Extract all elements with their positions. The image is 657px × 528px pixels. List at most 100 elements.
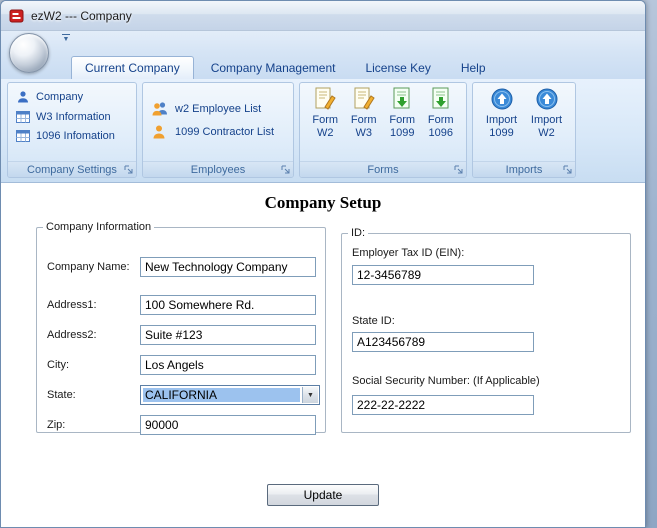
form-1099-button[interactable]: Form 1099 (383, 86, 422, 140)
groupbox-caption: Company Information (46, 221, 152, 233)
ribbon-item-company[interactable]: Company (14, 89, 130, 105)
combo-dropdown-button[interactable]: ▼ (302, 387, 318, 403)
form-arrow-icon (429, 86, 453, 114)
city-label: City: (47, 359, 69, 371)
update-button[interactable]: Update (267, 484, 379, 506)
ein-label: Employer Tax ID (EIN): (352, 247, 465, 259)
ssn-label: Social Security Number: (If Applicable) (352, 375, 540, 387)
employees-icon (151, 101, 169, 117)
form-pencil-icon (313, 86, 337, 114)
qat-customize-button[interactable]: ▼ (59, 34, 73, 43)
groupbox-caption: ID: (351, 227, 366, 239)
address1-input[interactable] (140, 295, 316, 315)
id-groupbox: ID: Employer Tax ID (EIN): State ID: Soc… (341, 227, 631, 433)
state-id-input[interactable] (352, 332, 534, 352)
group-caption-employees: Employees (143, 161, 293, 177)
zip-input[interactable] (140, 415, 316, 435)
button-label-bottom: 1099 (489, 127, 514, 139)
button-label-top: Form (427, 114, 454, 126)
button-label-top: Import (530, 114, 563, 126)
dialog-launcher-icon[interactable] (563, 165, 572, 174)
w3-table-icon (16, 111, 30, 123)
button-label-bottom: 1096 (428, 127, 453, 139)
import-1099-button[interactable]: Import 1099 (482, 86, 522, 140)
chevron-down-icon: ▼ (62, 36, 70, 43)
ribbon-item-label: W3 Information (36, 111, 111, 123)
dialog-launcher-icon[interactable] (124, 165, 133, 174)
address2-row: Address2: (37, 325, 325, 347)
ribbon-item-label: Company (36, 91, 84, 103)
application-menu-button[interactable] (9, 33, 49, 73)
ribbon-item-label: 1099 Contractor List (175, 125, 275, 138)
app-logo-icon (9, 8, 25, 24)
group-caption-company-settings: Company Settings (8, 161, 136, 177)
title-bar[interactable]: ezW2 --- Company (1, 1, 645, 31)
qat-bar (62, 34, 70, 35)
company-icon (16, 90, 30, 104)
address1-label: Address1: (47, 299, 97, 311)
button-label-bottom: W2 (538, 127, 555, 139)
ein-input[interactable] (352, 265, 534, 285)
group-caption-imports: Imports (473, 161, 575, 177)
tab-company-management[interactable]: Company Management (198, 57, 349, 79)
city-input[interactable] (140, 355, 316, 375)
state-selected-value: CALIFORNIA (143, 388, 300, 402)
address1-row: Address1: (37, 295, 325, 317)
company-name-row: Company Name: (37, 257, 325, 279)
dialog-launcher-icon[interactable] (454, 165, 463, 174)
ribbon-item-label: 1096 Infomation (36, 130, 115, 142)
button-label-top: Import (485, 114, 518, 126)
contractor-icon (151, 124, 169, 140)
caption-text: Company Settings (27, 163, 117, 176)
group-imports: Import 1099 Import W2 Imports (472, 82, 576, 178)
state-id-label: State ID: (352, 315, 395, 327)
state-label: State: (47, 389, 76, 401)
import-icon (535, 86, 559, 114)
form-1096-button[interactable]: Form 1096 (422, 86, 461, 140)
tab-help[interactable]: Help (448, 57, 499, 79)
button-label-top: Form (312, 114, 339, 126)
form-pencil-icon (352, 86, 376, 114)
state-row: State: CALIFORNIA ▼ (37, 385, 325, 407)
dialog-launcher-icon[interactable] (281, 165, 290, 174)
ssn-input[interactable] (352, 395, 534, 415)
ribbon-body: Company W3 Information 1096 Infomation C… (1, 79, 645, 183)
city-row: City: (37, 355, 325, 377)
tab-current-company[interactable]: Current Company (71, 56, 194, 79)
quick-access-toolbar: ▼ (1, 31, 645, 53)
ribbon-item-w2-employee-list[interactable]: w2 Employee List (149, 100, 287, 118)
address2-input[interactable] (140, 325, 316, 345)
import-icon (490, 86, 514, 114)
ribbon-tab-bar: Current Company Company Management Licen… (1, 53, 645, 79)
group-employees: w2 Employee List 1099 Contractor List Em… (142, 82, 294, 178)
form-w2-button[interactable]: Form W2 (306, 86, 345, 140)
ribbon-item-w3-information[interactable]: W3 Information (14, 110, 130, 124)
group-caption-forms: Forms (300, 161, 466, 177)
window-title: ezW2 --- Company (31, 8, 132, 23)
page-title: Company Setup (264, 193, 382, 212)
caption-text: Employees (190, 163, 246, 176)
import-w2-button[interactable]: Import W2 (527, 86, 567, 140)
ribbon-item-label: w2 Employee List (175, 102, 262, 115)
button-label-top: Form (389, 114, 416, 126)
form-w3-button[interactable]: Form W3 (345, 86, 384, 140)
button-label-bottom: W2 (317, 127, 334, 139)
ribbon-item-1096-information[interactable]: 1096 Infomation (14, 129, 130, 143)
button-label-bottom: W3 (355, 127, 373, 139)
caption-text: Forms (367, 163, 399, 176)
group-forms: Form W2 Form W3 Form 1099 Form 1096 Form… (299, 82, 467, 178)
button-label-top: Form (350, 114, 377, 126)
zip-label: Zip: (47, 419, 66, 431)
1096-table-icon (16, 130, 30, 142)
company-name-label: Company Name: (47, 261, 130, 273)
address2-label: Address2: (47, 329, 97, 341)
caption-text: Imports (505, 163, 543, 176)
state-select[interactable]: CALIFORNIA ▼ (140, 385, 320, 405)
company-name-input[interactable] (140, 257, 316, 277)
ribbon-item-1099-contractor-list[interactable]: 1099 Contractor List (149, 123, 287, 141)
form-arrow-icon (390, 86, 414, 114)
main-content: Company Setup Company Information Compan… (1, 183, 645, 527)
group-company-settings: Company W3 Information 1096 Infomation C… (7, 82, 137, 178)
tab-license-key[interactable]: License Key (352, 57, 443, 79)
company-information-groupbox: Company Information Company Name: Addres… (36, 221, 326, 435)
